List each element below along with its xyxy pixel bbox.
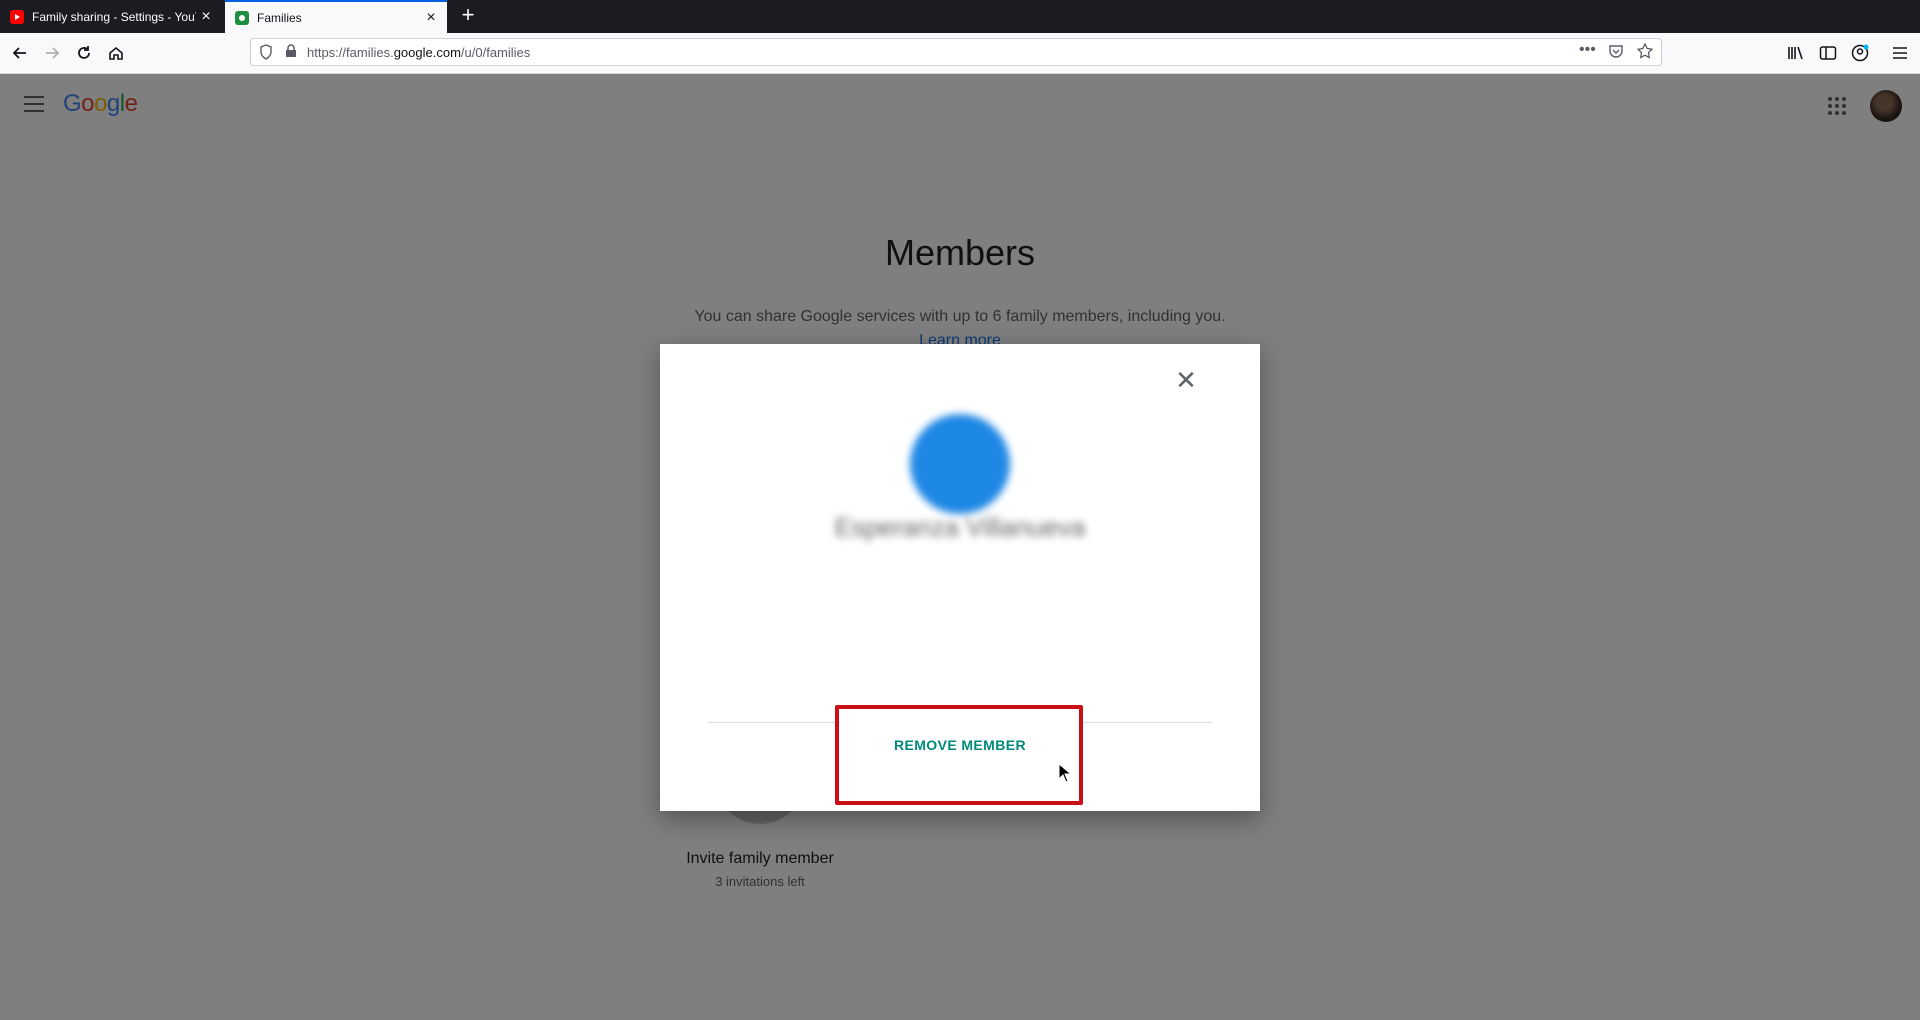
page-actions-icon[interactable]: ••• [1579, 41, 1596, 59]
account-button[interactable] [1846, 39, 1874, 67]
menu-button[interactable] [1886, 39, 1914, 67]
url-text: https://families.google.com/u/0/families [307, 45, 531, 60]
tracking-protection-icon[interactable] [259, 44, 273, 63]
member-dialog: ✕ Esperanza Villanueva REMOVE MEMBER [660, 344, 1260, 811]
member-avatar [910, 414, 1010, 514]
close-tab-icon[interactable]: × [196, 8, 216, 26]
sidebar-button[interactable] [1814, 39, 1842, 67]
library-button[interactable] [1782, 39, 1810, 67]
remove-member-button[interactable]: REMOVE MEMBER [840, 720, 1080, 770]
back-arrow-icon [12, 47, 26, 59]
close-dialog-icon[interactable]: ✕ [1168, 362, 1204, 398]
pocket-icon[interactable] [1609, 44, 1623, 61]
member-name: Esperanza Villanueva [834, 512, 1086, 542]
home-button[interactable] [102, 39, 130, 67]
back-button[interactable] [6, 39, 34, 67]
library-icon [1788, 46, 1803, 60]
tab-family-sharing[interactable]: Family sharing - Settings - YouT × [0, 0, 222, 33]
sidebar-icon [1819, 46, 1837, 60]
forward-button[interactable] [38, 39, 66, 67]
close-tab-icon[interactable]: × [421, 9, 441, 27]
hamburger-menu-icon [1893, 47, 1907, 59]
tab-strip: Family sharing - Settings - YouT × Famil… [0, 0, 1920, 33]
reload-button[interactable] [70, 39, 98, 67]
bookmark-star-icon[interactable] [1636, 42, 1654, 62]
reload-icon [78, 46, 90, 59]
new-tab-button[interactable]: + [456, 4, 480, 28]
youtube-icon [10, 9, 24, 24]
lock-icon[interactable] [285, 44, 297, 61]
tab-families[interactable]: Families × [225, 0, 447, 33]
navigation-toolbar: https://families.google.com/u/0/families… [0, 33, 1920, 74]
tab-title: Family sharing - Settings - YouT [32, 9, 196, 24]
url-bar[interactable]: https://families.google.com/u/0/families… [250, 38, 1662, 66]
google-families-icon [235, 10, 249, 25]
home-icon [109, 46, 123, 60]
account-icon [1851, 44, 1869, 62]
forward-arrow-icon [46, 47, 60, 59]
tab-title: Families [257, 10, 302, 25]
